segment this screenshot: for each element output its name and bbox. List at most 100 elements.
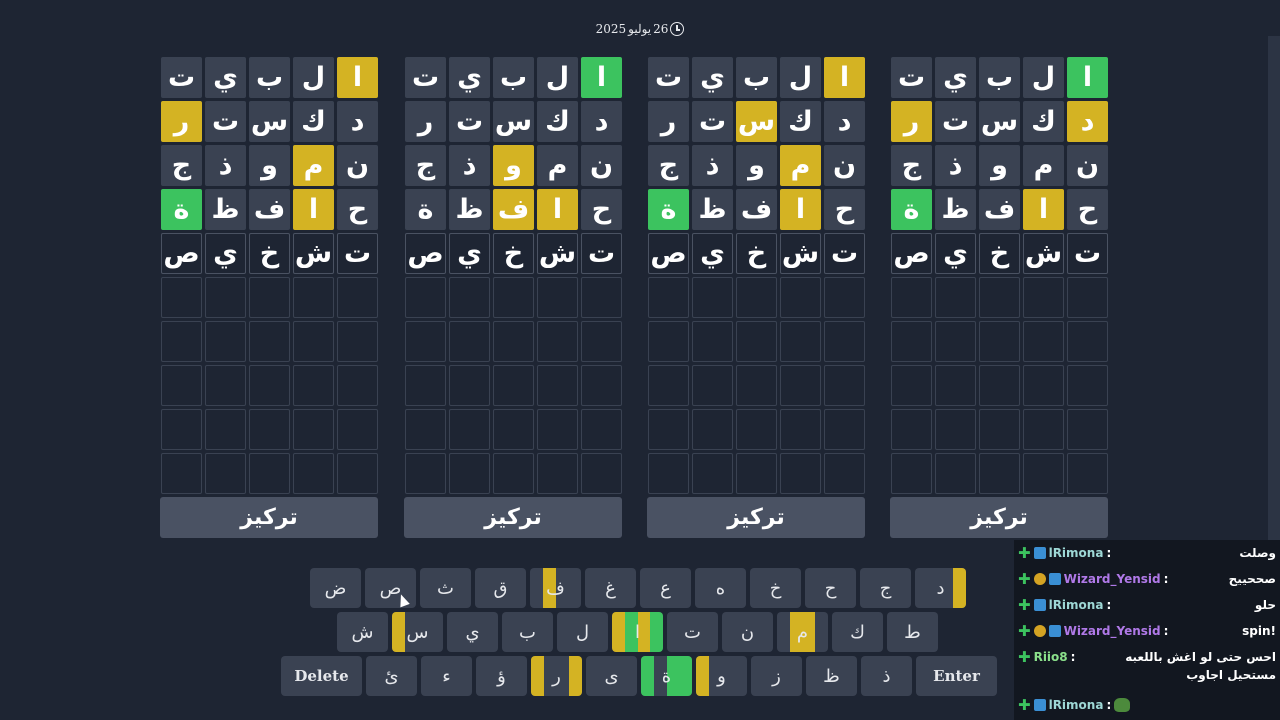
chat-username[interactable]: lRimona [1049,696,1104,714]
chat-username[interactable]: Riio8 [1034,648,1068,666]
key-status-segment [650,612,663,652]
tile: م [293,145,334,186]
letter-key[interactable]: م [777,612,828,652]
empty-tile [249,409,290,450]
letter-key[interactable]: ي [447,612,498,652]
tile: ذ [935,145,976,186]
letter-key[interactable]: ت [667,612,718,652]
letter-key[interactable]: ع [640,568,691,608]
focus-button[interactable]: تركيز [404,497,622,538]
chat-username[interactable]: Wizard_Yensid [1064,622,1161,640]
tile: ل [293,57,334,98]
empty-tile [581,321,622,362]
tile: ج [891,145,932,186]
tile: ت [648,57,689,98]
empty-tile [449,365,490,406]
key-label: ت [684,621,701,643]
empty-tile [493,277,534,318]
empty-tile [736,321,777,362]
letter-key[interactable]: ث [420,568,471,608]
tile: ن [1067,145,1108,186]
chat-text: !spin [1242,624,1276,638]
focus-button[interactable]: تركيز [890,497,1108,538]
chat-message: ✚ lRimona : حلو [1018,596,1276,614]
empty-tile [249,453,290,494]
tile: ت [405,57,446,98]
clock-icon [670,22,685,36]
key-label: ص [379,577,402,599]
letter-key[interactable]: ح [805,568,856,608]
plus-icon: ✚ [1018,544,1031,562]
key-label: ل [575,621,590,643]
letter-key[interactable]: ذ [861,656,912,696]
tile: ح [581,189,622,230]
letter-key[interactable]: ة [641,656,692,696]
chat-text: صححييح [1228,572,1276,586]
letter-key[interactable]: ب [502,612,553,652]
letter-key[interactable]: خ [750,568,801,608]
board-4: ا ل ب ي ت د ك س ت ر ن م و ذ ج ح ا ف ظ ة ت ش خ ي ص تركيز [160,57,378,538]
chat-username[interactable]: Wizard_Yensid [1064,570,1161,588]
empty-tile [736,453,777,494]
key-label: ث [437,577,454,599]
letter-key[interactable]: ض [310,568,361,608]
letter-key[interactable]: ق [475,568,526,608]
focus-button[interactable]: تركيز [647,497,865,538]
letter-key[interactable]: د [915,568,966,608]
letter-key[interactable]: ن [722,612,773,652]
letter-key[interactable]: ج [860,568,911,608]
letter-key[interactable]: ء [421,656,472,696]
letter-key[interactable]: س [392,612,443,652]
empty-tile [293,409,334,450]
key-label: ن [740,621,755,643]
empty-tile [293,277,334,318]
enter-key[interactable]: Enter [916,656,997,696]
chat-username[interactable]: lRimona [1049,596,1104,614]
delete-key[interactable]: Delete [281,656,362,696]
chat-message: ✚ lRimona : وصلت [1018,544,1276,562]
empty-tile [293,453,334,494]
empty-tile [205,409,246,450]
empty-tile [449,409,490,450]
tile: م [1023,145,1064,186]
letter-key[interactable]: ط [887,612,938,652]
tile: ت [824,233,865,274]
letter-key[interactable]: ز [751,656,802,696]
focus-button[interactable]: تركيز [160,497,378,538]
letter-key[interactable]: و [696,656,747,696]
tile: ت [205,101,246,142]
letter-key[interactable]: ك [832,612,883,652]
letter-key[interactable]: ل [557,612,608,652]
empty-tile [780,409,821,450]
tile: ت [1067,233,1108,274]
empty-tile [1067,277,1108,318]
letter-key[interactable]: ه [695,568,746,608]
empty-tile [824,277,865,318]
empty-tile [780,365,821,406]
keyboard-row-2: طك م ن تالبيسش [337,612,938,652]
letter-key[interactable]: ف [530,568,581,608]
letter-key[interactable]: ئ [366,656,417,696]
key-label: م [796,621,809,643]
letter-key[interactable]: ى [586,656,637,696]
letter-key[interactable]: غ [585,568,636,608]
tile: ي [935,57,976,98]
chat-username[interactable]: lRimona [1049,544,1104,562]
game-app: { "date": {"day": "26", "month": "يوليو"… [0,0,1280,720]
tile: ر [648,101,689,142]
tile: ة [891,189,932,230]
tile: ب [249,57,290,98]
tile: خ [249,233,290,274]
key-status-segment [612,612,625,652]
board-grid: البيتدكسترنموذجحافظةتشخيص [890,57,1108,494]
letter-key[interactable]: ؤ [476,656,527,696]
letter-key[interactable]: ا [612,612,663,652]
letter-key[interactable]: ر [531,656,582,696]
board-1: ا ل ب ي ت د ك س ت ر ن م و ذ ج ح ا ف ظ ة ت ش خ ي ص تركيز [890,57,1108,538]
tile: ف [979,189,1020,230]
bits-badge-icon [1033,625,1046,637]
empty-tile [449,453,490,494]
empty-tile [337,409,378,450]
letter-key[interactable]: ش [337,612,388,652]
letter-key[interactable]: ظ [806,656,857,696]
